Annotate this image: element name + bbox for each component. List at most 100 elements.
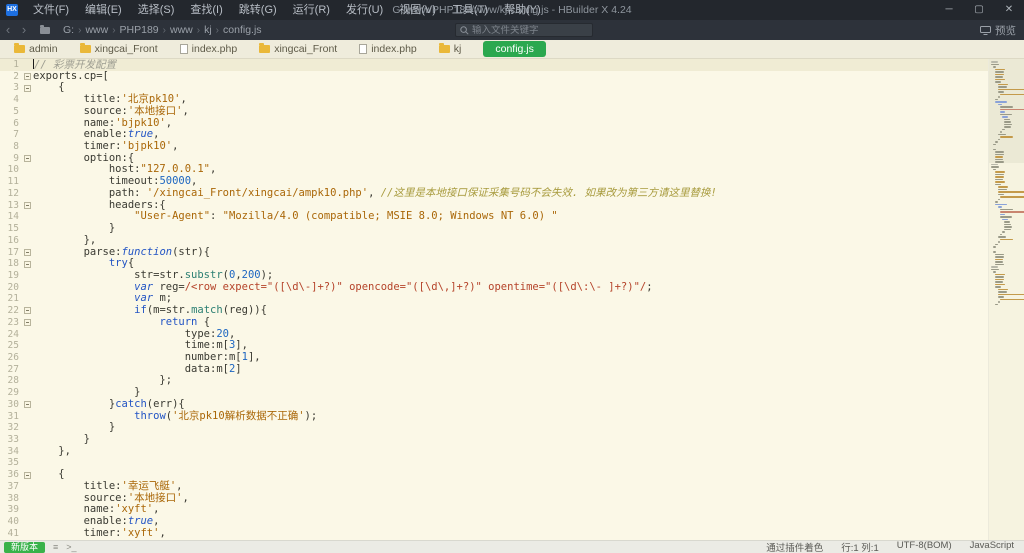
- preview-button[interactable]: 预览: [980, 20, 1016, 40]
- menu-item-file[interactable]: 文件(F): [26, 0, 76, 20]
- editor[interactable]: 1// 彩票开发配置2exports.cp=[3 {4 title:'北京pk1…: [0, 59, 1024, 540]
- line-number[interactable]: 14: [0, 211, 22, 223]
- menu-item-select[interactable]: 选择(S): [131, 0, 182, 20]
- breadcrumb-segment[interactable]: www: [82, 24, 111, 36]
- line-number[interactable]: 17: [0, 247, 22, 259]
- search-input[interactable]: [472, 25, 580, 36]
- code-line[interactable]: 33 }: [0, 434, 988, 446]
- fold-toggle-icon[interactable]: [24, 155, 31, 162]
- line-number[interactable]: 8: [0, 141, 22, 153]
- line-number[interactable]: 39: [0, 504, 22, 516]
- status-item-0[interactable]: 通过插件着色: [766, 540, 823, 553]
- line-number[interactable]: 22: [0, 305, 22, 317]
- tab-config.js[interactable]: config.js: [483, 41, 546, 57]
- menu-item-help[interactable]: 帮助(Y): [497, 0, 548, 20]
- terminal-icon[interactable]: >_: [66, 542, 76, 552]
- line-number[interactable]: 37: [0, 481, 22, 493]
- line-number[interactable]: 23: [0, 317, 22, 329]
- line-number[interactable]: 20: [0, 282, 22, 294]
- line-number[interactable]: 38: [0, 493, 22, 505]
- tab-index.php-2[interactable]: index.php: [359, 40, 417, 58]
- code-line[interactable]: 41 timer:'xyft',: [0, 528, 988, 540]
- minimap[interactable]: [988, 59, 1024, 540]
- tab-kj[interactable]: kj: [439, 40, 462, 58]
- line-number[interactable]: 35: [0, 457, 22, 469]
- code-line[interactable]: 8 timer:'bjpk10',: [0, 141, 988, 153]
- line-number[interactable]: 40: [0, 516, 22, 528]
- breadcrumb-segment[interactable]: www: [167, 24, 196, 36]
- forward-icon[interactable]: ›: [16, 21, 32, 39]
- line-number[interactable]: 7: [0, 129, 22, 141]
- minimap-viewport[interactable]: [989, 59, 1024, 163]
- fold-toggle-icon[interactable]: [24, 249, 31, 256]
- list-icon[interactable]: ≡: [53, 542, 58, 552]
- code-line[interactable]: 14 "User-Agent": "Mozilla/4.0 (compatibl…: [0, 211, 988, 223]
- editor-lines[interactable]: 1// 彩票开发配置2exports.cp=[3 {4 title:'北京pk1…: [0, 59, 988, 540]
- fold-toggle-icon[interactable]: [24, 472, 31, 479]
- menu-item-view[interactable]: 视图(V): [392, 0, 443, 20]
- code-line[interactable]: 35: [0, 457, 988, 469]
- tab-admin[interactable]: admin: [14, 40, 58, 58]
- line-number[interactable]: 26: [0, 352, 22, 364]
- breadcrumb-segment[interactable]: PHP189: [117, 24, 162, 36]
- fold-toggle-icon[interactable]: [24, 307, 31, 314]
- line-number[interactable]: 5: [0, 106, 22, 118]
- tab-xingcai_Front-2[interactable]: xingcai_Front: [259, 40, 337, 58]
- line-number[interactable]: 4: [0, 94, 22, 106]
- status-item-3[interactable]: JavaScript: [970, 540, 1014, 553]
- line-number[interactable]: 32: [0, 422, 22, 434]
- line-number[interactable]: 9: [0, 153, 22, 165]
- line-number[interactable]: 29: [0, 387, 22, 399]
- fold-toggle-icon[interactable]: [24, 319, 31, 326]
- maximize-button[interactable]: ▢: [964, 0, 994, 20]
- line-number[interactable]: 19: [0, 270, 22, 282]
- code-line[interactable]: 28 };: [0, 375, 988, 387]
- menu-item-publish[interactable]: 发行(U): [339, 0, 390, 20]
- status-item-2[interactable]: UTF-8(BOM): [897, 540, 952, 553]
- tab-xingcai_Front-1[interactable]: xingcai_Front: [80, 40, 158, 58]
- line-number[interactable]: 41: [0, 528, 22, 540]
- menu-item-tools[interactable]: 工具(T): [445, 0, 495, 20]
- menu-item-edit[interactable]: 编辑(E): [78, 0, 129, 20]
- line-number[interactable]: 13: [0, 200, 22, 212]
- status-item-1[interactable]: 行:1 列:1: [841, 540, 879, 553]
- minimize-button[interactable]: ─: [934, 0, 964, 20]
- line-number[interactable]: 2: [0, 71, 22, 83]
- line-number[interactable]: 3: [0, 82, 22, 94]
- fold-toggle-icon[interactable]: [24, 73, 31, 80]
- breadcrumb-segment[interactable]: config.js: [220, 24, 265, 36]
- breadcrumb-segment[interactable]: kj: [201, 24, 215, 36]
- line-number[interactable]: 16: [0, 235, 22, 247]
- fold-toggle-icon[interactable]: [24, 401, 31, 408]
- line-number[interactable]: 25: [0, 340, 22, 352]
- line-number[interactable]: 28: [0, 375, 22, 387]
- line-number[interactable]: 34: [0, 446, 22, 458]
- fold-toggle-icon[interactable]: [24, 202, 31, 209]
- line-number[interactable]: 6: [0, 118, 22, 130]
- line-number[interactable]: 36: [0, 469, 22, 481]
- line-number[interactable]: 12: [0, 188, 22, 200]
- line-number[interactable]: 15: [0, 223, 22, 235]
- line-number[interactable]: 27: [0, 364, 22, 376]
- line-number[interactable]: 31: [0, 411, 22, 423]
- update-badge[interactable]: 新版本: [4, 542, 45, 553]
- code-line[interactable]: 17 parse:function(str){: [0, 247, 988, 259]
- code-line[interactable]: 15 }: [0, 223, 988, 235]
- breadcrumb-segment[interactable]: G:: [60, 24, 77, 36]
- line-number[interactable]: 24: [0, 329, 22, 341]
- code-line[interactable]: 1// 彩票开发配置: [0, 59, 988, 71]
- code-line[interactable]: 34 },: [0, 446, 988, 458]
- code-line[interactable]: 32 }: [0, 422, 988, 434]
- menu-item-find[interactable]: 查找(I): [183, 0, 229, 20]
- line-number[interactable]: 30: [0, 399, 22, 411]
- line-number[interactable]: 11: [0, 176, 22, 188]
- line-number[interactable]: 33: [0, 434, 22, 446]
- tab-index.php-1[interactable]: index.php: [180, 40, 238, 58]
- line-number[interactable]: 1: [0, 59, 22, 71]
- close-button[interactable]: ✕: [994, 0, 1024, 20]
- line-number[interactable]: 21: [0, 293, 22, 305]
- code-line[interactable]: 31 throw('北京pk10解析数据不正确');: [0, 411, 988, 423]
- menu-item-goto[interactable]: 跳转(G): [232, 0, 284, 20]
- code-line[interactable]: 2exports.cp=[: [0, 71, 988, 83]
- menu-item-run[interactable]: 运行(R): [286, 0, 337, 20]
